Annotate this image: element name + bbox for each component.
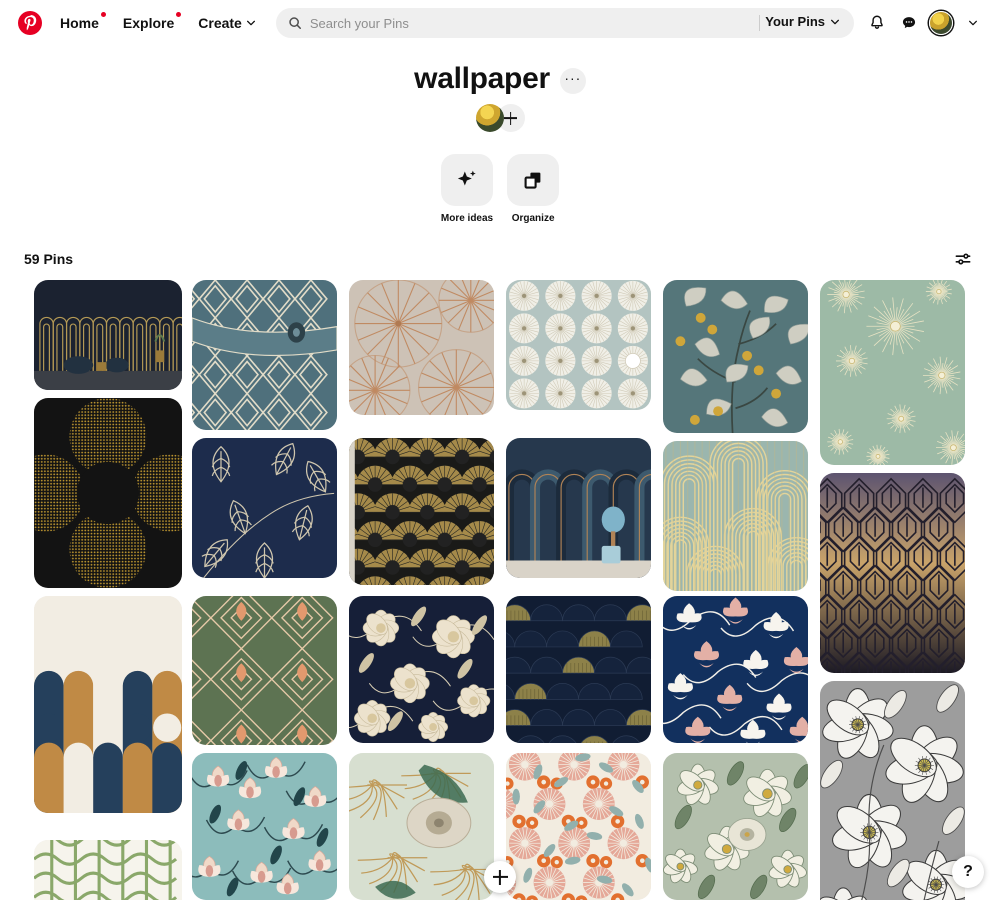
- sliders-filter-icon: [955, 253, 971, 265]
- pin-green-trellis-lattice[interactable]: [34, 840, 182, 900]
- pin-navy-gold-scallop[interactable]: [506, 596, 651, 743]
- pin-sage-gold-arch-rainbow[interactable]: [663, 441, 808, 591]
- pin-navy-magnolia-blush[interactable]: [663, 596, 808, 743]
- account-avatar-button[interactable]: [926, 8, 956, 38]
- pin-teal-gold-berry-branch[interactable]: [663, 280, 808, 433]
- home-notification-dot: [100, 12, 106, 17]
- filter-button[interactable]: [950, 246, 976, 272]
- board-options-button[interactable]: ···: [559, 68, 586, 94]
- organize-squares-icon: [524, 172, 541, 189]
- sage-starburst-gold-image: [820, 280, 965, 465]
- more-ideas-tile: [441, 154, 493, 206]
- green-deco-diamond-image: [192, 596, 337, 745]
- pin-grey-white-poppy-sketch[interactable]: [820, 681, 965, 900]
- nav-item-explore-label: Explore: [122, 15, 175, 31]
- board-owner-avatar[interactable]: [475, 104, 504, 132]
- green-trellis-lattice-image: [34, 840, 182, 900]
- teal-diamond-roll-image: [192, 280, 337, 430]
- beige-lotus-leaf-texture-image: [349, 280, 494, 415]
- dandelion-circles-sage-image: [506, 280, 651, 410]
- pin-dandelion-circles-sage[interactable]: [506, 280, 651, 410]
- pin-art-deco-arches-dark-room[interactable]: [34, 280, 182, 390]
- nav-item-home[interactable]: Home: [48, 7, 111, 39]
- navy-peony-floral-image: [349, 596, 494, 743]
- board-collaborators: [0, 104, 1000, 132]
- chevron-down-icon: [969, 20, 977, 26]
- pin-sage-starburst-gold[interactable]: [820, 280, 965, 465]
- bronze-deco-diamond-panel-image: [820, 473, 965, 673]
- more-options-icon: ···: [564, 70, 582, 86]
- pin-navy-leaves-line-art[interactable]: [192, 438, 337, 578]
- notifications-button[interactable]: [862, 8, 892, 38]
- navy-magnolia-blush-image: [663, 596, 808, 743]
- pin-teal-magnolia-floral[interactable]: [192, 753, 337, 900]
- top-navigation-bar: Home Explore Create Your Pins: [0, 0, 1000, 46]
- plus-icon: [493, 870, 508, 885]
- pins-toolbar: 59 Pins: [0, 246, 1000, 272]
- plus-icon: [504, 112, 517, 125]
- nav-item-home-label: Home: [60, 15, 99, 31]
- more-ideas-label: More ideas: [440, 213, 494, 224]
- gold-fan-scallop-roll-image: [349, 438, 494, 585]
- sparkle-icon: [457, 170, 476, 186]
- pinterest-logo-icon[interactable]: [18, 11, 42, 35]
- pin-sage-rose-roll[interactable]: [663, 753, 808, 900]
- chevron-down-icon: [831, 19, 839, 24]
- blue-arch-curves-vase-image: [506, 438, 651, 578]
- pin-bronze-deco-diamond-panel[interactable]: [820, 473, 965, 673]
- nav-item-create[interactable]: Create: [186, 7, 268, 39]
- grey-white-poppy-sketch-image: [820, 681, 965, 900]
- organize-label: Organize: [511, 213, 555, 224]
- sage-gold-arch-rainbow-image: [663, 441, 808, 591]
- gold-dotted-circles-black-image: [34, 398, 182, 588]
- lotus-roll-gold-green-image: [349, 753, 494, 900]
- chat-bubble-icon: [902, 17, 916, 29]
- account-menu-button[interactable]: [958, 8, 988, 38]
- more-ideas-button[interactable]: More ideas: [441, 154, 493, 224]
- navy-gold-scallop-image: [506, 596, 651, 743]
- chevron-down-icon: [246, 20, 255, 26]
- nav-item-create-label: Create: [198, 15, 242, 31]
- user-avatar: [929, 11, 953, 35]
- coral-medallion-floral-image: [506, 753, 651, 900]
- organize-button[interactable]: Organize: [507, 154, 560, 224]
- pin-lotus-roll-gold-green[interactable]: [349, 753, 494, 900]
- pin-arch-shapes-navy-gold[interactable]: [34, 596, 182, 813]
- pin-gold-dotted-circles-black[interactable]: [34, 398, 182, 588]
- create-pin-fab[interactable]: [484, 861, 516, 893]
- art-deco-arches-dark-room-image: [34, 280, 182, 390]
- help-button[interactable]: ?: [952, 856, 984, 888]
- organize-tile: [507, 154, 560, 206]
- board-actions: More ideas Organize: [0, 154, 1000, 224]
- messages-button[interactable]: [894, 8, 924, 38]
- teal-gold-berry-branch-image: [663, 280, 808, 433]
- pin-beige-lotus-leaf-texture[interactable]: [349, 280, 494, 415]
- board-title-row: wallpaper ···: [0, 62, 1000, 96]
- page-title: wallpaper: [414, 62, 550, 95]
- pins-count-label: 59 Pins: [24, 251, 74, 267]
- arch-shapes-navy-gold-image: [34, 596, 182, 813]
- navy-leaves-line-art-image: [192, 438, 337, 578]
- pin-green-deco-diamond[interactable]: [192, 596, 337, 745]
- board-header: wallpaper ··· More ideas Organize: [0, 46, 1000, 224]
- search-bar[interactable]: Your Pins: [275, 8, 854, 38]
- bell-icon: [871, 15, 883, 29]
- teal-magnolia-floral-image: [192, 753, 337, 900]
- explore-notification-dot: [176, 12, 182, 17]
- pin-blue-arch-curves-vase[interactable]: [506, 438, 651, 578]
- search-scope-selector[interactable]: Your Pins: [757, 11, 848, 32]
- sage-rose-roll-image: [663, 753, 808, 900]
- nav-item-explore[interactable]: Explore: [111, 7, 186, 39]
- pin-grid: [0, 280, 1000, 900]
- search-scope-label: Your Pins: [765, 14, 825, 29]
- pin-coral-medallion-floral[interactable]: [506, 753, 651, 900]
- pin-teal-diamond-roll[interactable]: [192, 280, 337, 430]
- pin-navy-peony-floral[interactable]: [349, 596, 494, 743]
- search-icon: [289, 17, 301, 30]
- pin-gold-fan-scallop-roll[interactable]: [349, 438, 494, 585]
